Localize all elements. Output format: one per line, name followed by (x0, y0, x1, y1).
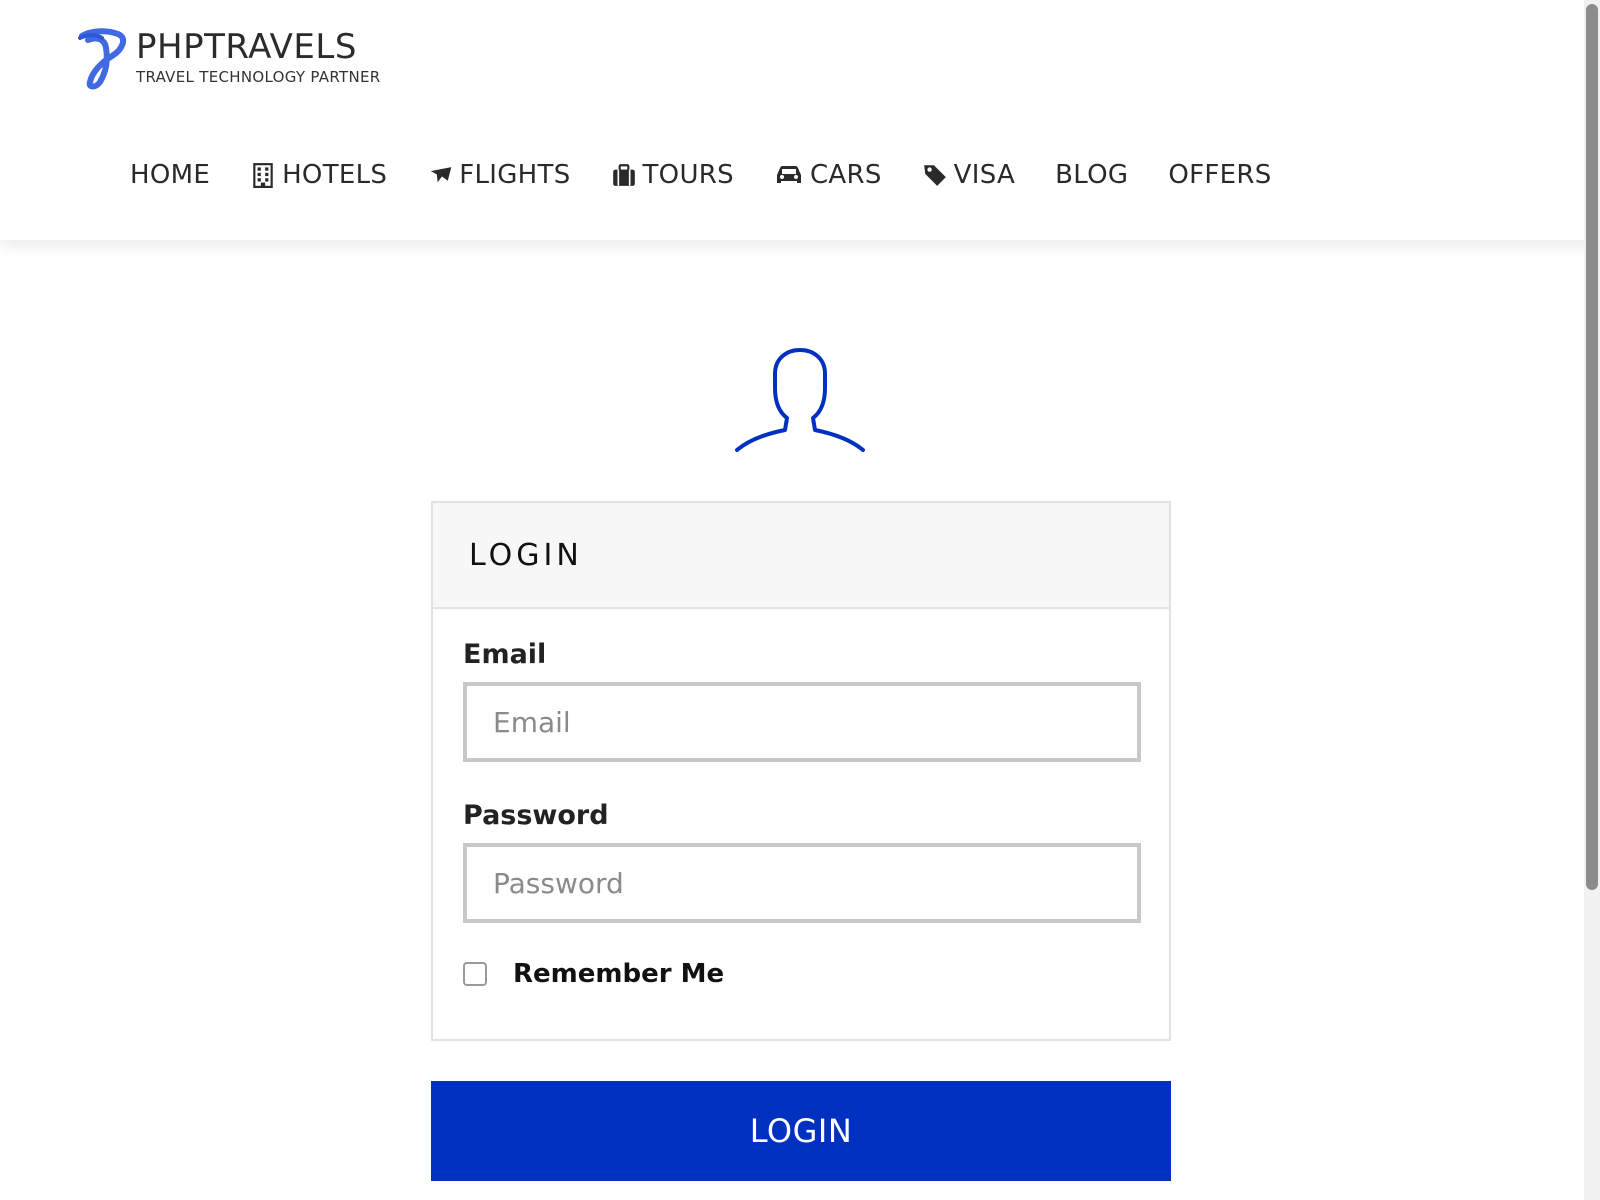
user-silhouette-icon (735, 348, 865, 452)
password-field[interactable] (463, 843, 1141, 923)
scrollbar-thumb[interactable] (1586, 4, 1598, 890)
nav-item-label: VISA (953, 160, 1016, 190)
nav-item-flights[interactable]: FLIGHTS (427, 160, 570, 190)
nav-item-visa[interactable]: VISA (922, 160, 1015, 190)
login-form: Email Password Remember Me (433, 609, 1169, 989)
email-group: Email (463, 639, 1141, 762)
plane-icon (427, 162, 453, 188)
nav-item-tours[interactable]: TOURS (611, 160, 734, 190)
nav-item-offers[interactable]: OFFERS (1168, 160, 1271, 190)
suitcase-icon (611, 162, 637, 188)
nav-item-label: FLIGHTS (459, 160, 571, 190)
nav-item-label: BLOG (1055, 160, 1129, 190)
login-button[interactable]: LOGIN (431, 1081, 1171, 1181)
login-title: LOGIN (469, 537, 583, 573)
password-group: Password (463, 800, 1141, 923)
nav-item-hotels[interactable]: HOTELS (250, 160, 387, 190)
remember-me-label[interactable]: Remember Me (513, 959, 724, 989)
brand-name: PHPTRAVELS (136, 27, 357, 67)
building-icon (250, 162, 276, 188)
nav-item-blog[interactable]: BLOG (1055, 160, 1128, 190)
site-header: PHPTRAVELS TRAVEL TECHNOLOGY PARTNER HOM… (0, 0, 1600, 240)
email-field[interactable] (463, 682, 1141, 762)
brand-logo[interactable]: PHPTRAVELS TRAVEL TECHNOLOGY PARTNER (78, 28, 380, 90)
logo-icon (78, 28, 127, 90)
nav-item-label: OFFERS (1168, 160, 1272, 190)
remember-me-row: Remember Me (463, 959, 1139, 989)
email-label: Email (463, 639, 547, 670)
login-card-header: LOGIN (433, 503, 1169, 609)
nav-item-cars[interactable]: CARS (774, 160, 882, 190)
password-label: Password (463, 800, 609, 831)
car-icon (774, 162, 804, 188)
remember-me-checkbox[interactable] (463, 962, 487, 986)
brand-tagline: TRAVEL TECHNOLOGY PARTNER (136, 68, 381, 86)
nav-item-label: HOME (130, 160, 211, 190)
tag-icon (922, 162, 948, 188)
nav-item-label: CARS (809, 160, 882, 190)
login-card: LOGIN Email Password Remember Me (431, 501, 1171, 1041)
nav-item-label: HOTELS (282, 160, 388, 190)
main-nav: HOME HOTELS FLIGHTS TOURS CARS VISA BLOG… (130, 160, 1312, 190)
nav-item-label: TOURS (642, 160, 734, 190)
nav-item-home[interactable]: HOME (130, 160, 210, 190)
